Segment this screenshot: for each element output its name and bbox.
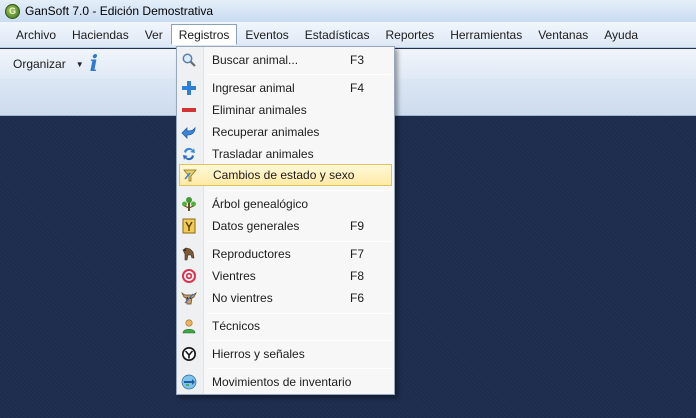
- bull-icon: [180, 245, 198, 263]
- menu-item-hierros-senales[interactable]: Hierros y señales: [179, 343, 392, 365]
- window-title: GanSoft 7.0 - Edición Demostrativa: [25, 4, 214, 18]
- menu-item-label: Cambios de estado y sexo: [213, 168, 355, 182]
- shortcut-label: F4: [350, 81, 365, 95]
- info-icon[interactable]: i: [90, 53, 98, 75]
- title-bar: G GanSoft 7.0 - Edición Demostrativa: [0, 0, 696, 22]
- undo-arrow-icon: [180, 123, 198, 141]
- plus-icon: [180, 79, 198, 97]
- menu-item-reproductores[interactable]: Reproductores F7: [179, 243, 392, 265]
- menu-ayuda[interactable]: Ayuda: [596, 24, 646, 45]
- dropdown-arrow-icon[interactable]: ▼: [76, 60, 84, 69]
- menu-item-label: Vientres: [212, 269, 256, 283]
- menu-item-label: Trasladar animales: [212, 147, 314, 161]
- menu-item-label: No vientres: [212, 291, 273, 305]
- magnifier-icon: [180, 51, 198, 69]
- state-change-icon: [181, 166, 199, 184]
- brand-icon: [180, 345, 198, 363]
- inventory-arrows-icon: [180, 373, 198, 391]
- menu-item-label: Reproductores: [212, 247, 291, 261]
- transfer-icon: [180, 145, 198, 163]
- menu-archivo[interactable]: Archivo: [8, 24, 64, 45]
- menu-item-vientres[interactable]: Vientres F8: [179, 265, 392, 287]
- menu-item-tecnicos[interactable]: Técnicos: [179, 315, 392, 337]
- menu-item-label: Eliminar animales: [212, 103, 307, 117]
- menu-item-ingresar-animal[interactable]: Ingresar animal F4: [179, 77, 392, 99]
- menu-separator: [207, 313, 391, 314]
- menu-item-datos-generales[interactable]: Datos generales F9: [179, 215, 392, 237]
- menu-item-label: Ingresar animal: [212, 81, 295, 95]
- menu-item-no-vientres[interactable]: No vientres F6: [179, 287, 392, 309]
- shortcut-label: F7: [350, 247, 365, 261]
- menu-bar: Archivo Haciendas Ver Registros Eventos …: [0, 22, 696, 48]
- menu-separator: [207, 368, 391, 369]
- menu-item-recuperar-animales[interactable]: Recuperar animales: [179, 121, 392, 143]
- registros-dropdown-menu: Buscar animal... F3 Ingresar animal F4 E…: [176, 46, 395, 395]
- menu-ver[interactable]: Ver: [137, 24, 171, 45]
- menu-item-arbol-genealogico[interactable]: Árbol genealógico: [179, 193, 392, 215]
- menu-herramientas[interactable]: Herramientas: [442, 24, 530, 45]
- menu-estadisticas[interactable]: Estadísticas: [297, 24, 378, 45]
- gansoft-logo-icon: G: [5, 3, 20, 19]
- menu-item-cambios-estado-sexo[interactable]: Cambios de estado y sexo: [179, 164, 392, 186]
- organize-button[interactable]: Organizar: [13, 57, 66, 71]
- document-icon: [180, 217, 198, 235]
- menu-registros[interactable]: Registros: [170, 24, 238, 45]
- shortcut-label: F3: [350, 53, 365, 67]
- menu-ventanas[interactable]: Ventanas: [530, 24, 596, 45]
- menu-item-trasladar-animales[interactable]: Trasladar animales: [179, 143, 392, 165]
- menu-item-label: Árbol genealógico: [212, 197, 309, 211]
- shortcut-label: F8: [350, 269, 365, 283]
- menu-item-movimientos-inventario[interactable]: Movimientos de inventario: [179, 371, 392, 393]
- menu-item-label: Técnicos: [212, 319, 261, 333]
- menu-separator: [207, 241, 391, 242]
- menu-reportes[interactable]: Reportes: [377, 24, 442, 45]
- menu-separator: [207, 190, 391, 191]
- menu-item-label: Hierros y señales: [212, 347, 305, 361]
- menu-item-label: Movimientos de inventario: [212, 375, 352, 389]
- menu-item-eliminar-animales[interactable]: Eliminar animales: [179, 99, 392, 121]
- menu-haciendas[interactable]: Haciendas: [64, 24, 137, 45]
- menu-item-label: Datos generales: [212, 219, 300, 233]
- tree-icon: [180, 195, 198, 213]
- target-icon: [180, 267, 198, 285]
- menu-separator: [207, 74, 391, 75]
- cattle-head-icon: [180, 289, 198, 307]
- shortcut-label: F6: [350, 291, 365, 305]
- menu-eventos[interactable]: Eventos: [237, 24, 296, 45]
- menu-item-label: Buscar animal...: [212, 53, 299, 67]
- menu-item-buscar-animal[interactable]: Buscar animal... F3: [179, 49, 392, 71]
- shortcut-label: F9: [350, 219, 365, 233]
- menu-item-label: Recuperar animales: [212, 125, 320, 139]
- menu-separator: [207, 340, 391, 341]
- person-icon: [180, 317, 198, 335]
- minus-icon: [180, 101, 198, 119]
